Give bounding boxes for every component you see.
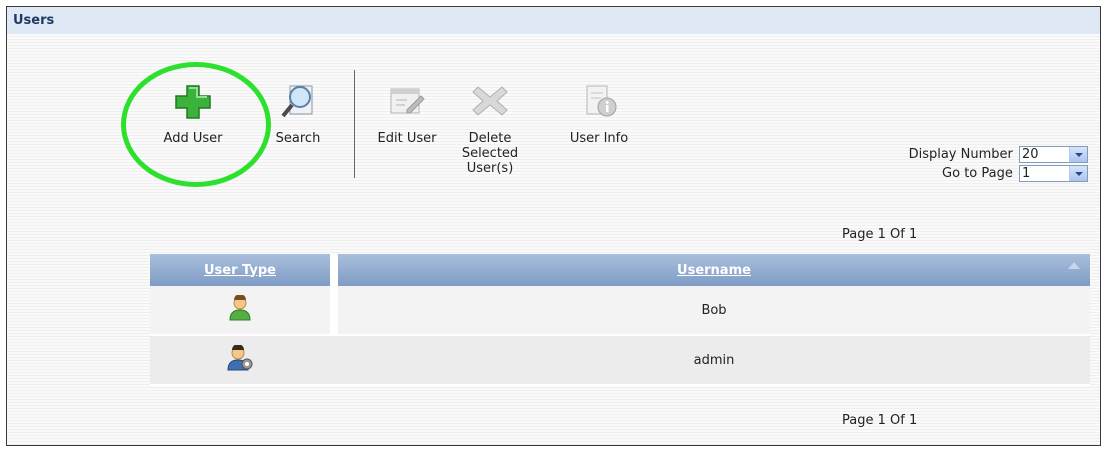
- info-doc-icon: [586, 85, 617, 117]
- delete-x-icon: [472, 86, 508, 116]
- delete-selected-button[interactable]: Delete Selected User(s): [457, 83, 523, 183]
- go-to-page-select[interactable]: 1: [1019, 165, 1088, 182]
- pagination-bottom: Page 1 Of 1: [842, 413, 918, 428]
- column-header-username[interactable]: Username: [338, 254, 1090, 286]
- chevron-down-icon: [1069, 166, 1087, 181]
- column-spacer: [330, 254, 338, 286]
- delete-label-line3: User(s): [466, 161, 514, 176]
- search-label: Search: [275, 131, 321, 146]
- user-info-button[interactable]: User Info: [559, 83, 639, 163]
- go-to-page-value: 1: [1022, 166, 1031, 181]
- delete-label-line2: Selected: [461, 146, 519, 161]
- pagination-top: Page 1 Of 1: [842, 227, 918, 242]
- user-info-label: User Info: [569, 131, 629, 146]
- sort-ascending-icon: [1068, 262, 1080, 269]
- go-to-page-label: Go to Page: [942, 166, 1013, 181]
- magnifier-icon: [281, 85, 313, 118]
- display-number-value: 20: [1022, 147, 1039, 162]
- user-icon: [229, 294, 251, 321]
- user-type-cell: [150, 335, 330, 386]
- row-spacer: [330, 335, 338, 386]
- delete-label-line1: Delete: [468, 131, 512, 146]
- users-panel: Users Add User Search Edit User Delete S…: [6, 6, 1101, 446]
- add-user-highlight-circle: [121, 62, 271, 187]
- panel-title: Users: [13, 13, 55, 28]
- column-header-username-label: Username: [677, 262, 751, 278]
- table-row[interactable]: Bob: [150, 286, 1090, 336]
- display-number-row: Display Number 20: [909, 146, 1088, 163]
- chevron-down-icon: [1069, 147, 1087, 162]
- toolbar-separator: [354, 70, 355, 178]
- admin-user-icon: [227, 344, 253, 371]
- table-row[interactable]: admin: [150, 335, 1090, 386]
- go-to-page-row: Go to Page 1: [942, 165, 1088, 182]
- delete-selected-label: Delete Selected User(s): [457, 131, 523, 176]
- edit-icon: [390, 88, 425, 114]
- column-header-user-type[interactable]: User Type: [150, 254, 330, 286]
- username-cell: admin: [338, 335, 1090, 386]
- edit-user-button[interactable]: Edit User: [369, 83, 445, 163]
- display-number-label: Display Number: [908, 147, 1013, 162]
- user-type-cell: [150, 286, 330, 336]
- panel-titlebar: Users: [7, 7, 1100, 34]
- edit-user-label: Edit User: [377, 131, 437, 146]
- username-cell: Bob: [338, 286, 1090, 336]
- display-number-select[interactable]: 20: [1019, 146, 1088, 163]
- users-table: User Type Username Bob admin: [150, 254, 1090, 386]
- row-spacer: [330, 286, 338, 336]
- search-button[interactable]: Search: [263, 83, 333, 163]
